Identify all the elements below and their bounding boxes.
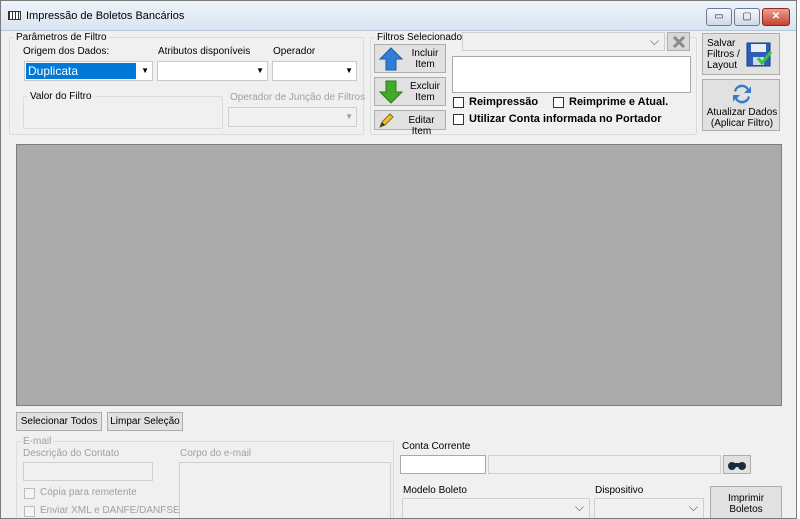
account-lookup-button[interactable] xyxy=(723,455,751,474)
dropdown-arrow-icon: ▼ xyxy=(345,112,353,121)
copy-sender-checkbox[interactable] xyxy=(24,488,35,499)
operator-label: Operador xyxy=(273,46,316,57)
select-all-label: Selecionar Todos xyxy=(20,416,98,427)
reprint-label: Reimpressão xyxy=(469,96,539,108)
send-xml-label: Enviar XML e DANFE/DANFSE xyxy=(40,505,180,516)
attributes-label: Atributos disponíveis xyxy=(158,46,251,57)
window-title: Impressão de Boletos Bancários xyxy=(26,10,185,22)
green-down-arrow-icon xyxy=(379,80,403,104)
send-xml-checkbox[interactable] xyxy=(24,506,35,517)
contact-description-label: Descrição do Contato xyxy=(23,448,120,459)
maximize-icon: ▢ xyxy=(742,11,752,22)
boletos-grid[interactable] xyxy=(16,144,782,406)
blue-up-arrow-icon xyxy=(379,47,403,71)
model-label: Modelo Boleto xyxy=(403,485,467,496)
email-body-field[interactable] xyxy=(179,462,391,518)
copy-sender-label: Cópia para remetente xyxy=(40,487,137,498)
email-body-label: Corpo do e-mail xyxy=(180,448,252,459)
exclude-item-label: Excluir Item xyxy=(410,81,441,103)
reprint-checkbox[interactable] xyxy=(453,97,464,108)
chevron-down-icon[interactable]: ⌵ xyxy=(650,34,659,49)
device-label: Dispositivo xyxy=(595,485,644,496)
contact-description-field[interactable] xyxy=(23,462,153,481)
join-operator-combo[interactable]: ▼ xyxy=(228,107,357,127)
main-window: Impressão de Boletos Bancários ▭ ▢ ✕ Par… xyxy=(0,0,797,519)
print-boletos-button[interactable]: Imprimir Boletos xyxy=(710,486,782,518)
origin-selected-value: Duplicata xyxy=(26,63,136,79)
use-account-label: Utilizar Conta informada no Portador xyxy=(469,113,662,125)
reprint-update-checkbox[interactable] xyxy=(553,97,564,108)
select-all-button[interactable]: Selecionar Todos xyxy=(16,412,102,431)
saved-filters-combo[interactable]: ⌵ xyxy=(462,32,665,51)
join-operator-label: Operador de Junção de Filtros xyxy=(230,92,366,103)
edit-item-label: Editar Item xyxy=(408,115,435,137)
selected-filters-legend: Filtros Selecionados xyxy=(377,32,468,43)
app-grid-icon[interactable] xyxy=(8,11,21,20)
reprint-update-label: Reimprime e Atual. xyxy=(569,96,669,108)
close-button[interactable]: ✕ xyxy=(762,8,790,26)
refresh-arrows-icon xyxy=(733,84,751,104)
filter-value-legend: Valor do Filtro xyxy=(30,91,92,102)
account-label: Conta Corrente xyxy=(402,441,471,452)
clear-selection-button[interactable]: Limpar Seleção xyxy=(107,412,183,431)
minimize-button[interactable]: ▭ xyxy=(706,8,732,26)
save-filters-label: Salvar Filtros / Layout xyxy=(707,38,740,71)
chevron-down-icon[interactable]: ⌵ xyxy=(575,500,584,515)
chevron-down-icon[interactable]: ⌵ xyxy=(689,500,698,515)
use-account-checkbox[interactable] xyxy=(453,114,464,125)
binoculars-icon xyxy=(728,462,746,470)
origin-label: Origem dos Dados: xyxy=(23,46,110,57)
save-filters-button[interactable]: Salvar Filtros / Layout xyxy=(702,33,780,75)
attributes-combo[interactable]: ▼ xyxy=(157,61,268,81)
title-bar[interactable]: Impressão de Boletos Bancários ▭ ▢ ✕ xyxy=(1,1,796,31)
selected-filters-list[interactable] xyxy=(452,56,691,93)
dropdown-arrow-icon[interactable]: ▼ xyxy=(345,66,353,75)
print-boletos-label: Imprimir Boletos xyxy=(727,493,765,515)
account-code-field[interactable] xyxy=(400,455,486,474)
clear-selection-label: Limpar Seleção xyxy=(110,416,180,427)
include-item-button[interactable]: Incluir Item xyxy=(374,44,446,73)
filter-value-group: Valor do Filtro xyxy=(23,91,223,129)
operator-combo[interactable]: ▼ xyxy=(272,61,357,81)
update-data-button[interactable]: Atualizar Dados (Aplicar Filtro) xyxy=(702,79,780,131)
close-icon: ✕ xyxy=(771,11,781,22)
include-item-label: Incluir Item xyxy=(411,48,439,70)
clear-x-icon xyxy=(672,35,685,49)
exclude-item-button[interactable]: Excluir Item xyxy=(374,77,446,106)
dropdown-arrow-icon[interactable]: ▼ xyxy=(141,66,149,75)
email-legend: E-mail xyxy=(23,436,52,447)
pencil-icon xyxy=(379,113,394,128)
dropdown-arrow-icon[interactable]: ▼ xyxy=(256,66,264,75)
clear-filter-button[interactable] xyxy=(667,32,690,51)
filter-params-legend: Parâmetros de Filtro xyxy=(16,32,107,43)
origin-combo[interactable]: Duplicata ▼ xyxy=(24,61,153,81)
update-data-label: Atualizar Dados (Aplicar Filtro) xyxy=(706,107,778,129)
minimize-icon: ▭ xyxy=(714,11,724,22)
device-combo[interactable]: ⌵ xyxy=(594,498,704,518)
model-combo[interactable]: ⌵ xyxy=(402,498,590,518)
maximize-button[interactable]: ▢ xyxy=(734,8,760,26)
edit-item-button[interactable]: Editar Item xyxy=(374,110,446,137)
account-name-field xyxy=(488,455,721,474)
floppy-disk-icon xyxy=(746,42,772,67)
